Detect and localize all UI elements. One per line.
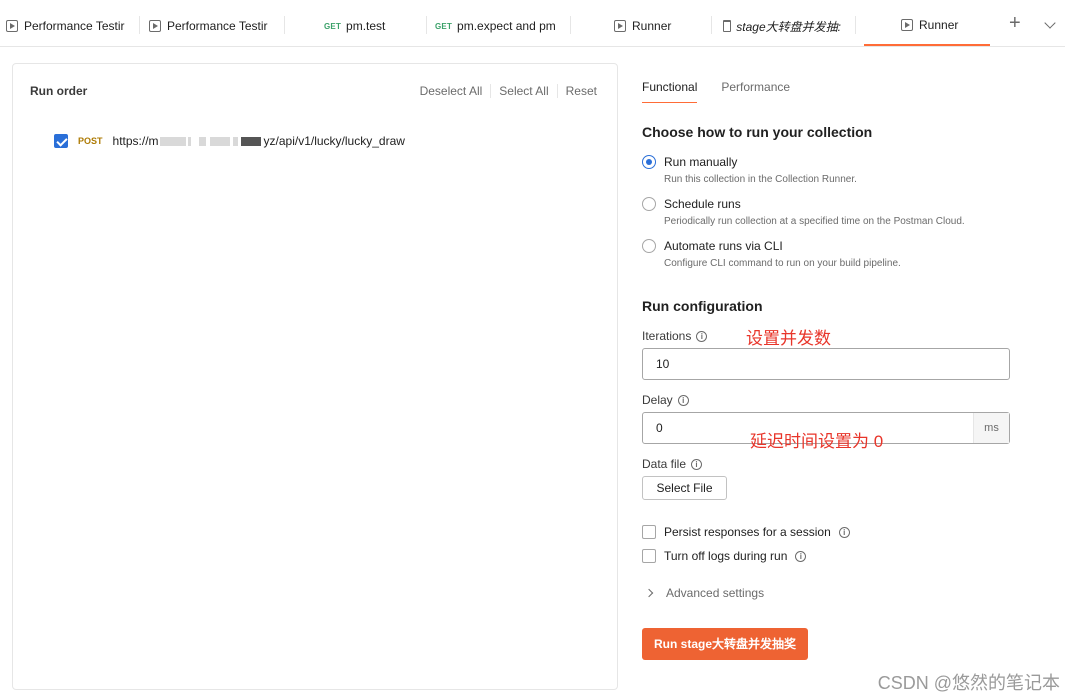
tab-label: Runner [632,19,672,33]
deselect-all-button[interactable]: Deselect All [420,84,483,98]
tab-label: Runner [919,18,959,32]
annotation-iterations: 设置并发数 [746,329,831,348]
iterations-label-text: Iterations [642,329,692,343]
run-method-heading: Choose how to run your collection [642,124,873,140]
tab-divider [284,16,285,34]
run-order-title: Run order [30,84,88,98]
tab-divider [855,16,856,34]
run-order-panel: Run order Deselect All Select All Reset … [12,63,618,690]
tab-divider [570,16,571,34]
action-divider [556,84,558,98]
tab-bar: Performance Testir Performance Testir GE… [0,0,1065,47]
run-collection-button[interactable]: Run stage大转盘并发抽奖 [642,628,808,660]
tab-runner-active[interactable]: Runner [864,6,990,46]
tab-performance[interactable]: Performance [721,80,790,103]
persist-responses-label: Persist responses for a session [664,525,831,539]
persist-responses-option[interactable]: Persist responses for a session i [642,525,850,539]
runner-icon [901,19,913,31]
data-file-label: Data file i [642,457,703,471]
post-method-badge: POST [78,136,103,146]
info-icon[interactable]: i [838,526,850,538]
tab-runner[interactable]: Runner [614,6,704,46]
turn-off-logs-checkbox[interactable] [642,549,656,563]
tab-label: pm.expect and pm [457,19,556,33]
delay-label-text: Delay [642,393,673,407]
chevron-right-icon [644,588,654,598]
tab-collection-stage[interactable]: stage大转盘并发抽: [723,6,841,46]
advanced-settings-toggle[interactable]: Advanced settings [644,586,765,600]
option-description: Run this collection in the Collection Ru… [664,174,857,185]
tab-runner-performance-1[interactable]: Performance Testir [6,6,134,46]
tab-divider [426,16,427,34]
persist-responses-checkbox[interactable] [642,525,656,539]
tab-functional[interactable]: Functional [642,80,698,103]
runner-icon [149,20,161,32]
info-icon[interactable]: i [691,458,703,470]
advanced-settings-label: Advanced settings [666,586,765,600]
request-checkbox[interactable] [54,134,68,148]
run-configuration-heading: Run configuration [642,298,763,314]
tab-label: Performance Testir [167,19,268,33]
delay-label: Delay i [642,393,689,407]
option-label: Schedule runs [664,197,741,211]
runner-icon [6,20,18,32]
turn-off-logs-option[interactable]: Turn off logs during run i [642,549,807,563]
request-url-prefix: https://m [112,134,159,148]
automate-cli-radio[interactable] [642,239,656,253]
tab-divider [139,16,140,34]
request-url-suffix: yz/api/v1/lucky/lucky_draw [263,134,405,148]
data-file-label-text: Data file [642,457,687,471]
tab-runner-performance-2[interactable]: Performance Testir [149,6,269,46]
select-all-button[interactable]: Select All [499,84,548,98]
delay-unit: ms [973,413,1009,443]
runner-mode-tabs: Functional Performance [642,80,814,103]
collection-icon [723,20,732,32]
tab-list-chevron-down-icon[interactable] [1044,17,1056,29]
option-label: Run manually [664,155,738,169]
tab-divider [711,16,712,34]
option-description: Configure CLI command to run on your bui… [664,258,901,269]
reset-button[interactable]: Reset [566,84,597,98]
new-tab-plus-icon[interactable]: + [1009,12,1021,35]
annotation-delay: 延迟时间设置为 0 [750,432,884,451]
turn-off-logs-label: Turn off logs during run [664,549,788,563]
tab-label: pm.test [346,19,386,33]
info-icon[interactable]: i [677,394,689,406]
tab-label: Performance Testir [24,19,125,33]
iterations-label: Iterations i [642,329,708,343]
info-icon[interactable]: i [795,550,807,562]
get-method-badge: GET [324,21,342,31]
option-description: Periodically run collection at a specifi… [664,216,965,227]
run-order-item[interactable]: POST https://m yz/api/v1/lucky/lucky_dra… [54,134,405,148]
schedule-runs-radio[interactable] [642,197,656,211]
action-divider [490,84,492,98]
info-icon[interactable]: i [696,330,708,342]
run-order-actions: Deselect All Select All Reset [420,84,597,98]
run-manually-radio[interactable] [642,155,656,169]
watermark: CSDN @悠然的笔记本 [877,673,1060,693]
select-file-button[interactable]: Select File [642,476,727,500]
tab-label: stage大转盘并发抽: [736,19,841,34]
get-method-badge: GET [435,21,453,31]
runner-icon [614,20,626,32]
delay-value: 0 [656,421,663,435]
option-label: Automate runs via CLI [664,239,783,253]
redacted-url-segment [159,134,262,148]
tab-request-pm-test[interactable]: GET pm.test [324,6,414,46]
tab-request-pm-expect[interactable]: GET pm.expect and pm [435,6,560,46]
iterations-input[interactable]: 10 [642,348,1010,380]
